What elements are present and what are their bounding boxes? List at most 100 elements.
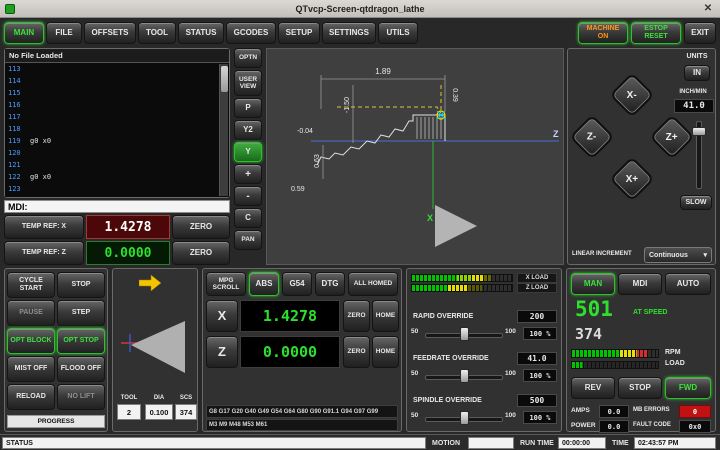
x-zero-button[interactable]: ZERO: [343, 300, 370, 332]
machine-on-button[interactable]: MACHINE ON: [578, 22, 628, 44]
gcode-scrollbar-thumb[interactable]: [221, 66, 228, 92]
view-y-button[interactable]: Y: [234, 142, 262, 162]
tab-tool[interactable]: TOOL: [138, 22, 176, 44]
reload-button[interactable]: RELOAD: [7, 384, 55, 410]
app-icon: [5, 4, 15, 14]
feedrate-override-slider-handle[interactable]: [460, 369, 469, 383]
exit-button[interactable]: EXIT: [684, 22, 716, 44]
opt-block-button[interactable]: OPT BLOCK: [7, 328, 55, 354]
spindle-fwd-button[interactable]: FWD: [665, 377, 711, 399]
gcode-line-number: 122: [5, 171, 30, 183]
power-value: 0.0: [599, 420, 629, 433]
gcode-line-number: 114: [5, 75, 30, 87]
gcode-scrollbar[interactable]: [219, 64, 228, 196]
rapid-slider-max: 100: [505, 328, 516, 335]
gcode-line-number: 113: [5, 63, 30, 75]
mb-errors-label: MB ERRORS: [633, 407, 670, 413]
tab-main[interactable]: MAIN: [4, 22, 44, 44]
flood-button[interactable]: FLOOD OFF: [57, 356, 105, 382]
gcode-line-number: 121: [5, 159, 30, 171]
spindle-override-slider-handle[interactable]: [460, 411, 469, 425]
gcode-listing[interactable]: 113 114 115 116 117 118 119g0 x0 120 121…: [5, 63, 229, 197]
no-lift-button[interactable]: NO LIFT: [57, 384, 105, 410]
z-axis-label: Z: [553, 129, 559, 139]
time-field: 02:43:57 PM: [634, 437, 716, 449]
z-home-button[interactable]: HOME: [372, 336, 399, 368]
view-zoom-in-button[interactable]: +: [234, 164, 262, 184]
gcode-line: 120: [5, 147, 229, 159]
dim-length-label: -1.50: [344, 97, 351, 113]
temp-ref-x-button[interactable]: TEMP REF: X: [4, 215, 84, 239]
axis-x-button[interactable]: X: [206, 300, 238, 332]
dim-c-label: 0.59: [291, 186, 305, 193]
temp-ref-z-zero-button[interactable]: ZERO: [172, 241, 230, 265]
jog-x-plus-button[interactable]: X+: [609, 156, 654, 201]
gcode-line-number: 116: [5, 99, 30, 111]
rapid-override-label: RAPID OVERRIDE: [413, 313, 473, 320]
jog-x-minus-button[interactable]: X-: [609, 72, 654, 117]
linear-increment-combo[interactable]: Continuous ▾: [644, 247, 712, 263]
active-mcodes-display: M3 M9 M48 M53 M61: [206, 419, 398, 431]
temp-ref-z-button[interactable]: TEMP REF: Z: [4, 241, 84, 265]
gcode-line-text: g0 x0: [30, 137, 51, 145]
tab-status[interactable]: STATUS: [178, 22, 224, 44]
spindle-stop-button[interactable]: STOP: [618, 377, 662, 399]
gcode-line-number: 123: [5, 183, 30, 195]
mdi-label[interactable]: MDI:: [4, 200, 230, 213]
gremlin-preview[interactable]: 1.89 0.39 -1.50 -0.04 0.63 0.59 Z X: [266, 48, 564, 265]
jog-z-plus-button[interactable]: Z+: [649, 114, 694, 159]
all-homed-button[interactable]: ALL HOMED: [348, 272, 398, 296]
tab-utils[interactable]: UTILS: [378, 22, 418, 44]
window-close-icon[interactable]: ✕: [700, 1, 716, 16]
view-p-button[interactable]: P: [234, 98, 262, 118]
g54-button[interactable]: G54: [282, 272, 312, 296]
mist-button[interactable]: MIST OFF: [7, 356, 55, 382]
abs-button[interactable]: ABS: [249, 272, 279, 296]
dtg-button[interactable]: DTG: [315, 272, 345, 296]
jog-rate-slider-handle[interactable]: [692, 127, 706, 136]
cycle-start-button[interactable]: CYCLE START: [7, 272, 55, 298]
tab-file[interactable]: FILE: [46, 22, 82, 44]
view-y2-button[interactable]: Y2: [234, 120, 262, 140]
mode-mdi-button[interactable]: MDI: [618, 273, 662, 295]
estop-reset-button[interactable]: ESTOP RESET: [631, 22, 681, 44]
step-button[interactable]: STEP: [57, 300, 105, 326]
run-time-field: 00:00:00: [558, 437, 606, 449]
at-speed-label: AT SPEED: [633, 309, 668, 316]
tab-offsets[interactable]: OFFSETS: [84, 22, 136, 44]
mode-man-button[interactable]: MAN: [571, 273, 615, 295]
temp-ref-z-value: 0.0000: [86, 241, 170, 265]
opt-stop-button[interactable]: OPT STOP: [57, 328, 105, 354]
z-zero-button[interactable]: ZERO: [343, 336, 370, 368]
mpg-scroll-button[interactable]: MPG SCROLL: [206, 272, 246, 296]
spindle-commanded-value: 374: [575, 325, 602, 343]
pause-button[interactable]: PAUSE: [7, 300, 55, 326]
temp-ref-x-zero-button[interactable]: ZERO: [172, 215, 230, 239]
jog-x-minus-label: X-: [627, 90, 637, 101]
gcode-line: 117: [5, 111, 229, 123]
tab-gcodes[interactable]: GCODES: [226, 22, 276, 44]
rapid-override-slider-handle[interactable]: [460, 327, 469, 341]
view-user-view-button[interactable]: USER VIEW: [234, 70, 262, 96]
gcode-line: 114: [5, 75, 229, 87]
x-home-button[interactable]: HOME: [372, 300, 399, 332]
feedrate-slider-max: 100: [505, 370, 516, 377]
units-in-button[interactable]: IN: [684, 65, 710, 81]
x-load-label: X LOAD: [517, 273, 557, 283]
gcode-line: 122g0 x0: [5, 171, 229, 183]
tab-settings[interactable]: SETTINGS: [322, 22, 376, 44]
chevron-down-icon: ▾: [703, 251, 707, 259]
load-label: LOAD: [665, 360, 685, 367]
jog-z-minus-button[interactable]: Z-: [569, 114, 614, 159]
axis-z-button[interactable]: Z: [206, 336, 238, 368]
spindle-rev-button[interactable]: REV: [571, 377, 615, 399]
view-zoom-out-button[interactable]: -: [234, 186, 262, 206]
slow-button[interactable]: SLOW: [680, 195, 712, 210]
stop-button[interactable]: STOP: [57, 272, 105, 298]
view-pan-button[interactable]: PAN: [234, 230, 262, 250]
gcode-line-number: 115: [5, 87, 30, 99]
view-optn-button[interactable]: OPTN: [234, 48, 262, 68]
view-c-button[interactable]: C: [234, 208, 262, 228]
mode-auto-button[interactable]: AUTO: [665, 273, 711, 295]
tab-setup[interactable]: SETUP: [278, 22, 320, 44]
